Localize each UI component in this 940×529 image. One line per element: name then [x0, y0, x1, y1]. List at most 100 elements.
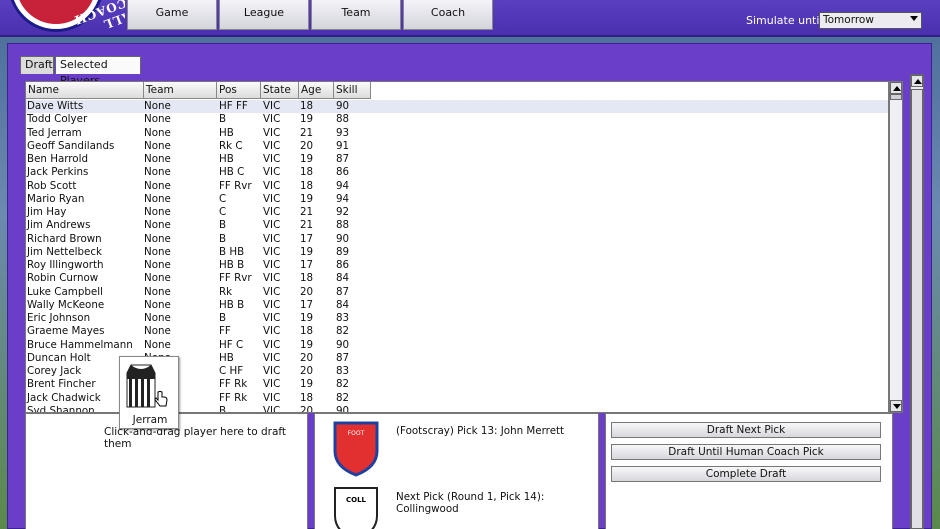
cell-age: 18: [300, 272, 314, 285]
draft-drop-zone[interactable]: Click-and-drag player here to draft them: [25, 413, 308, 529]
table-row[interactable]: Geoff Sandilands None Rk C VIC 20 91: [26, 140, 888, 153]
cell-state: VIC: [263, 139, 281, 152]
arrow-up-icon: [914, 79, 922, 84]
cell-name: Mario Ryan: [27, 192, 85, 205]
cell-team: None: [144, 272, 171, 285]
scroll-thumb[interactable]: [890, 94, 902, 100]
cell-pos: HF FF: [219, 100, 248, 112]
cell-age: 19: [300, 113, 314, 126]
table-row[interactable]: Roy Illingworth None HB B VIC 17 86: [26, 259, 888, 272]
cell-state: VIC: [263, 219, 281, 232]
cell-team: None: [144, 192, 171, 205]
table-row[interactable]: Jim Hay None C VIC 21 92: [26, 206, 888, 219]
cell-state: VIC: [263, 126, 281, 139]
cell-name: Robin Curnow: [27, 272, 99, 285]
column-header-skill[interactable]: Skill: [334, 82, 371, 99]
cell-pos: FF Rk: [219, 391, 248, 404]
scroll-up-button[interactable]: [890, 82, 902, 94]
cell-team: None: [144, 338, 171, 351]
cell-pos: B: [219, 232, 227, 245]
column-header-name[interactable]: Name: [26, 82, 144, 99]
cell-pos: B: [219, 404, 227, 413]
arrow-up-icon: [893, 86, 901, 91]
cell-state: VIC: [263, 245, 281, 258]
table-row[interactable]: Robin Curnow None FF Rvr VIC 18 84: [26, 272, 888, 285]
cell-name: Wally McKeone: [27, 298, 105, 311]
cell-name: Roy Illingworth: [27, 259, 104, 271]
svg-text:COLL: COLL: [346, 496, 367, 504]
cell-team: None: [144, 206, 171, 218]
column-header-team[interactable]: Team: [144, 82, 217, 99]
table-row[interactable]: Mario Ryan None C VIC 19 94: [26, 193, 888, 206]
cell-name: Syd Shannon: [27, 404, 95, 413]
table-row[interactable]: Jim Nettelbeck None B HB VIC 19 89: [26, 246, 888, 259]
table-row[interactable]: Eric Johnson None B VIC 19 83: [26, 312, 888, 325]
nav-tab-coach[interactable]: Coach: [403, 0, 493, 30]
panel-scroll-up-button[interactable]: [911, 75, 923, 87]
cell-state: VIC: [263, 192, 281, 205]
cell-age: 20: [300, 365, 314, 377]
cell-skill: 94: [336, 192, 350, 205]
complete-draft-button[interactable]: Complete Draft: [611, 466, 881, 482]
cell-name: Luke Campbell: [27, 285, 103, 298]
last-pick-text: (Footscray) Pick 13: John Merrett: [396, 425, 565, 437]
column-header-pos[interactable]: Pos: [217, 82, 261, 99]
cell-age: 21: [300, 126, 314, 139]
cell-team: None: [144, 179, 171, 192]
draft-until-human-button[interactable]: Draft Until Human Coach Pick: [611, 444, 881, 460]
dragged-player-card[interactable]: Jerram: [119, 356, 179, 429]
tab-selected-players[interactable]: Selected Players: [55, 56, 141, 87]
cell-state: VIC: [263, 351, 281, 364]
cell-age: 20: [300, 404, 314, 413]
table-row[interactable]: Wally McKeone None HB B VIC 17 84: [26, 299, 888, 312]
cell-team: None: [144, 232, 171, 245]
cell-pos: HB: [219, 126, 234, 139]
panel-scroll-thumb[interactable]: [911, 89, 923, 529]
cell-state: VIC: [263, 404, 281, 413]
nav-tab-league[interactable]: League: [219, 0, 309, 30]
scroll-down-button[interactable]: [890, 400, 902, 412]
cell-state: VIC: [263, 298, 281, 311]
panel-scrollbar[interactable]: [910, 74, 924, 529]
cell-name: Jack Chadwick: [27, 391, 101, 404]
table-row[interactable]: Jack Perkins None HB C VIC 18 86: [26, 166, 888, 179]
column-header-age[interactable]: Age: [299, 82, 334, 99]
nav-tab-game[interactable]: Game: [127, 0, 217, 30]
table-row[interactable]: Luke Campbell None Rk VIC 20 87: [26, 286, 888, 299]
cell-team: None: [144, 259, 171, 271]
table-row[interactable]: Richard Brown None B VIC 17 90: [26, 233, 888, 246]
cell-skill: 89: [336, 245, 350, 258]
draft-next-pick-button[interactable]: Draft Next Pick: [611, 422, 881, 438]
cell-skill: 86: [336, 166, 350, 179]
table-row[interactable]: Todd Colyer None B VIC 19 88: [26, 113, 888, 126]
nav-tab-team[interactable]: Team: [311, 0, 401, 30]
table-row[interactable]: Graeme Mayes None FF VIC 18 82: [26, 325, 888, 338]
svg-text:FOOT: FOOT: [348, 430, 365, 437]
cell-name: Jim Hay: [27, 206, 67, 218]
simulate-until-select[interactable]: Tomorrow: [819, 12, 922, 29]
footscray-shield-icon: FOOT: [333, 421, 379, 477]
cell-state: VIC: [263, 378, 281, 391]
cell-age: 17: [300, 298, 314, 311]
table-row[interactable]: Ben Harrold None HB VIC 19 87: [26, 153, 888, 166]
table-row[interactable]: Bruce Hammelmann None HF C VIC 19 90: [26, 339, 888, 352]
cell-state: VIC: [263, 285, 281, 298]
cell-state: VIC: [263, 100, 281, 112]
cell-state: VIC: [263, 113, 281, 126]
cell-skill: 84: [336, 298, 350, 311]
table-row[interactable]: Jim Andrews None B VIC 21 88: [26, 219, 888, 232]
cell-pos: Rk: [219, 285, 233, 298]
cell-age: 19: [300, 245, 314, 258]
column-header-state[interactable]: State: [261, 82, 299, 99]
table-row[interactable]: Rob Scott None FF Rvr VIC 18 94: [26, 180, 888, 193]
cell-state: VIC: [263, 179, 281, 192]
cell-name: Todd Colyer: [27, 113, 88, 126]
cell-pos: HB: [219, 153, 234, 165]
table-row[interactable]: Dave Witts None HF FF VIC 18 90: [26, 100, 888, 114]
cell-age: 20: [300, 285, 314, 298]
cell-team: None: [144, 312, 171, 324]
player-list-scrollbar[interactable]: [889, 81, 903, 413]
table-row[interactable]: Ted Jerram None HB VIC 21 93: [26, 127, 888, 140]
cell-age: 18: [300, 391, 314, 404]
tab-draft[interactable]: Draft: [20, 56, 54, 74]
